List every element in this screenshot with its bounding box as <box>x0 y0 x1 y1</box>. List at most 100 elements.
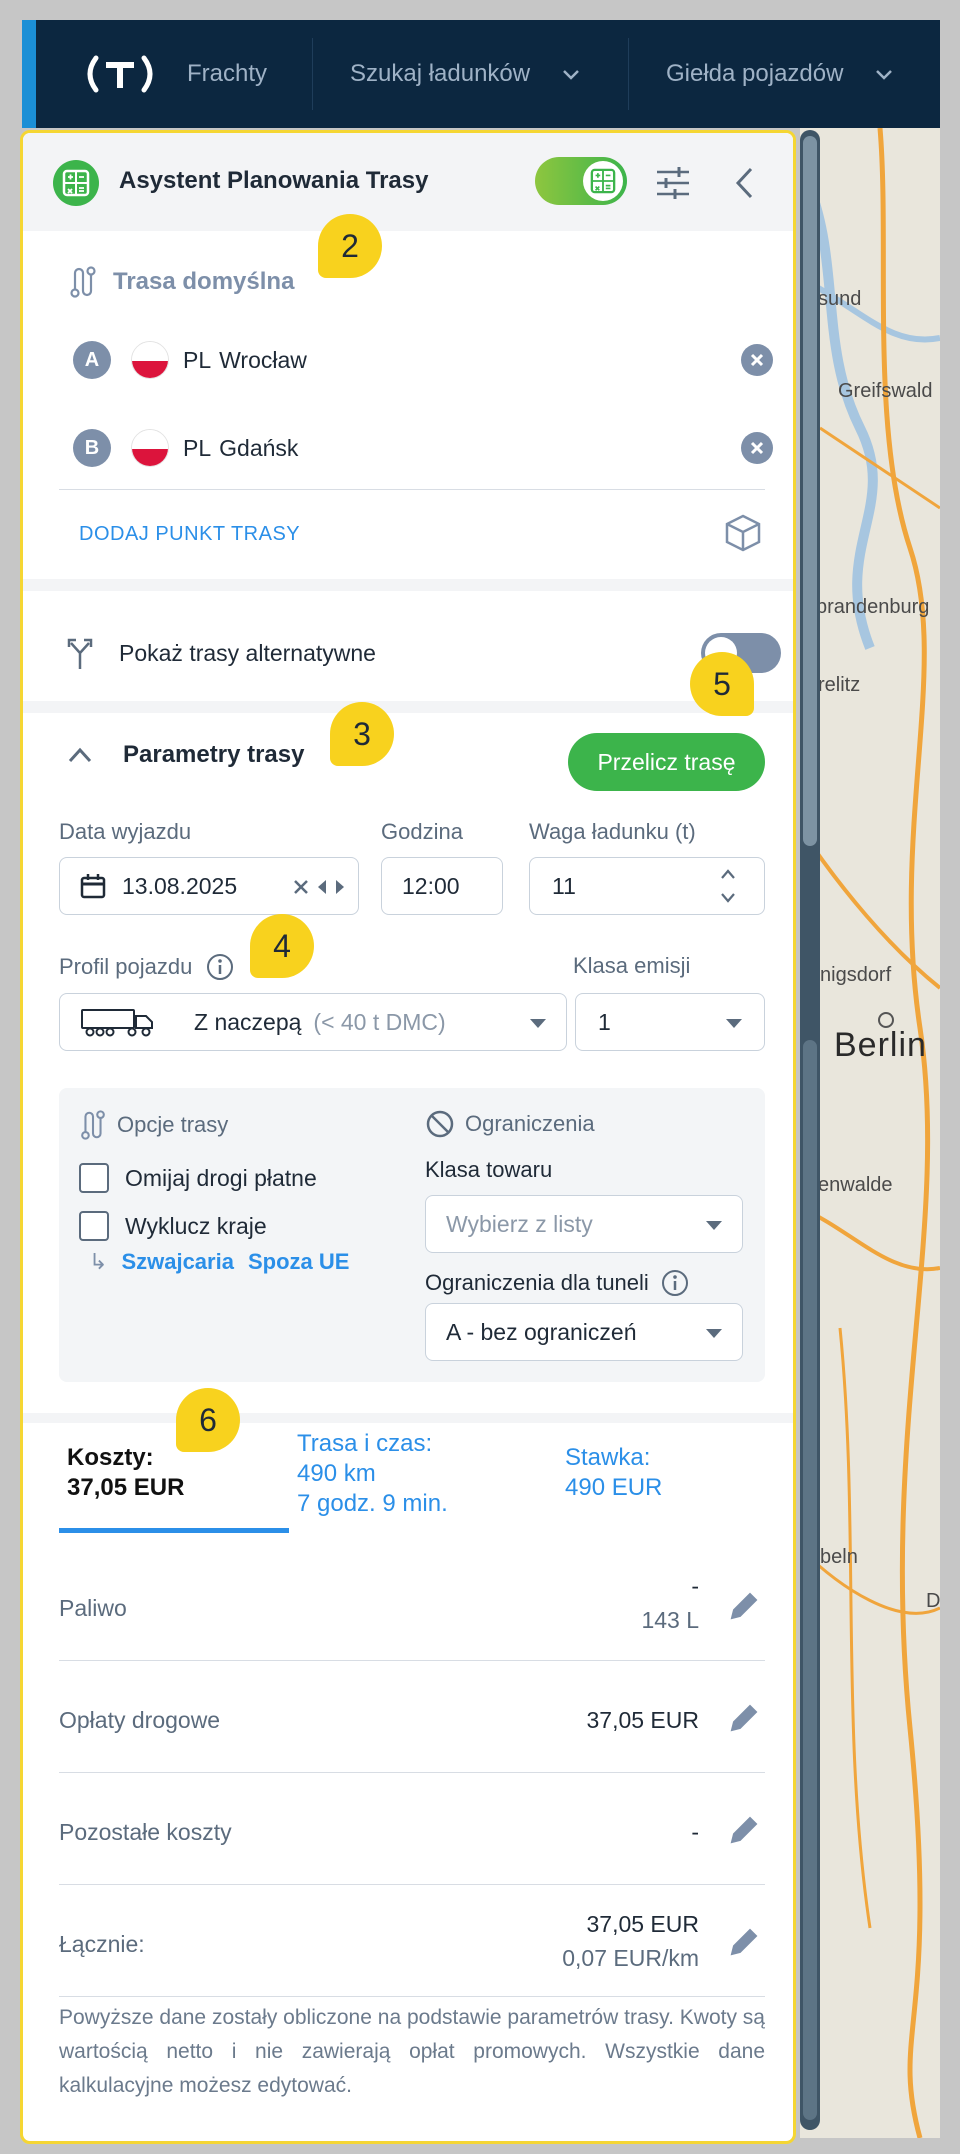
cost-value: 37,05 EUR <box>586 1911 699 1937</box>
excluded-country-link[interactable]: Szwajcaria <box>121 1249 234 1275</box>
nav-item-frachty[interactable]: Frachty <box>187 20 267 128</box>
tab-line: Stawka: <box>565 1444 651 1471</box>
chevron-left-icon <box>735 167 753 199</box>
emission-class-label: Klasa emisji <box>573 953 691 978</box>
time-label: Godzina <box>381 819 463 844</box>
poland-flag-icon <box>131 341 169 379</box>
pencil-icon[interactable] <box>727 1925 761 1959</box>
map-label-berlin: Berlin <box>834 1026 927 1064</box>
cost-row-total: Łącznie: 37,05 EUR 0,07 EUR/km <box>59 1887 765 1997</box>
excluded-country-link[interactable]: Spoza UE <box>248 1249 349 1275</box>
cost-value: 37,05 EUR <box>586 1707 699 1733</box>
recalculate-route-button[interactable]: Przelicz trasę <box>568 733 765 791</box>
planner-toggle[interactable] <box>535 157 627 205</box>
departure-date-input[interactable]: 13.08.2025 <box>59 857 359 915</box>
map-label: brandenburg <box>816 596 930 618</box>
clear-waypoint-button[interactable] <box>741 344 773 376</box>
sliders-icon <box>657 167 689 199</box>
alternative-routes-row: Pokaż trasy alternatywne <box>67 623 781 683</box>
avoid-tolls-checkbox[interactable]: Omijaj drogi płatne <box>79 1163 317 1193</box>
waypoint-country: PL <box>183 434 212 461</box>
tunnel-restrictions-label-row: Ograniczenia dla tuneli <box>425 1269 689 1297</box>
panel-scrollbar-thumb[interactable] <box>803 136 817 846</box>
tab-line: 490 km <box>297 1460 376 1487</box>
waypoint-country: PL <box>183 346 212 373</box>
cargo-weight-stepper[interactable]: 11 <box>529 857 765 915</box>
tab-line: Trasa i czas: <box>297 1430 433 1457</box>
panel-header: Asystent Planowania Trasy <box>23 133 793 231</box>
goods-class-select[interactable]: Wybierz z listy <box>425 1195 743 1253</box>
chevron-down-icon <box>876 70 893 80</box>
nav-item-search-loads[interactable]: Szukaj ładunków <box>350 20 582 128</box>
cost-value: - <box>691 1573 699 1599</box>
tutorial-badge: 5 <box>690 652 754 716</box>
route-parameters-header[interactable]: Parametry trasy <box>67 741 304 769</box>
map-view[interactable]: sund Greifswald brandenburg relitz nigsd… <box>800 128 940 2138</box>
settings-sliders-button[interactable] <box>653 163 693 203</box>
next-day-icon[interactable] <box>334 878 346 896</box>
exclude-countries-checkbox[interactable]: Wyklucz kraje <box>79 1211 267 1241</box>
tab-costs[interactable]: Koszty: 37,05 EUR <box>67 1443 184 1503</box>
section-gap <box>23 701 793 713</box>
cost-sub-value: 0,07 EUR/km <box>562 1945 699 1971</box>
route-options-label: Opcje trasy <box>117 1112 229 1137</box>
nav-item-vehicle-exchange[interactable]: Giełda pojazdów <box>666 20 895 128</box>
decrement-icon[interactable] <box>720 892 736 904</box>
pencil-icon[interactable] <box>727 1813 761 1847</box>
calculator-icon <box>583 161 623 201</box>
add-route-point-link[interactable]: DODAJ PUNKT TRASY <box>79 523 300 546</box>
checkbox-box[interactable] <box>79 1211 109 1241</box>
waypoint-a[interactable]: A PL Wrocław <box>73 335 773 385</box>
calculation-note: Powyższe dane zostały obliczone na podst… <box>59 2006 765 2097</box>
waypoint-letter: A <box>73 341 111 379</box>
close-icon <box>750 441 764 455</box>
calculator-icon <box>53 160 99 206</box>
increment-icon[interactable] <box>720 868 736 880</box>
goods-class-placeholder: Wybierz z listy <box>446 1210 593 1237</box>
pencil-icon[interactable] <box>727 1701 761 1735</box>
fork-arrows-icon <box>67 638 93 669</box>
waypoint-b[interactable]: B PL Gdańsk <box>73 423 773 473</box>
cargo-weight-label: Waga ładunku (t) <box>529 819 696 844</box>
info-icon[interactable] <box>661 1269 689 1297</box>
vehicle-profile-hint: (< 40 t DMC) <box>313 1008 446 1035</box>
dropdown-caret-icon <box>530 1019 546 1028</box>
collapse-panel-button[interactable] <box>725 163 765 203</box>
route-options-title: Opcje trasy <box>79 1109 228 1141</box>
panel-title: Asystent Planowania Trasy <box>119 167 429 194</box>
map-label: Greifswald <box>838 380 933 402</box>
clear-waypoint-button[interactable] <box>741 432 773 464</box>
route-section-title: Trasa domyślna <box>69 265 294 299</box>
cube-icon[interactable] <box>723 513 763 553</box>
restrictions-label: Ograniczenia <box>465 1111 595 1136</box>
goods-class-label: Klasa towaru <box>425 1157 553 1182</box>
waypoint-city: Gdańsk <box>219 434 299 461</box>
time-input[interactable]: 12:00 <box>381 857 503 915</box>
waypoint-city: Wrocław <box>219 346 307 373</box>
map-label: beln <box>820 1546 858 1568</box>
vehicle-profile-select[interactable]: Z naczepą (< 40 t DMC) <box>59 993 567 1051</box>
emission-class-value: 1 <box>598 1008 611 1035</box>
tunnel-restrictions-select[interactable]: A - bez ograniczeń <box>425 1303 743 1361</box>
tab-route-time[interactable]: Trasa i czas: 490 km 7 godz. 9 min. <box>297 1429 448 1519</box>
dropdown-caret-icon <box>706 1329 722 1338</box>
route-planner-panel: Asystent Planowania Trasy Trasa domyślna… <box>20 130 796 2144</box>
cost-label: Paliwo <box>59 1595 127 1621</box>
emission-class-select[interactable]: 1 <box>575 993 765 1051</box>
tab-rate[interactable]: Stawka: 490 EUR <box>565 1443 662 1503</box>
cargo-weight-value: 11 <box>552 872 576 899</box>
route-icon <box>70 266 96 298</box>
info-icon[interactable] <box>206 953 234 981</box>
avoid-tolls-label: Omijaj drogi płatne <box>125 1164 317 1191</box>
checkbox-box[interactable] <box>79 1163 109 1193</box>
cost-label: Łącznie: <box>59 1931 145 1957</box>
route-title-label: Trasa domyślna <box>113 268 295 295</box>
tab-line: 490 EUR <box>565 1474 663 1501</box>
pencil-icon[interactable] <box>727 1589 761 1623</box>
previous-day-icon[interactable] <box>316 878 328 896</box>
nav-separator <box>312 38 313 110</box>
clear-date-icon[interactable] <box>292 878 310 896</box>
cost-label: Pozostałe koszty <box>59 1819 232 1845</box>
active-tab-indicator <box>59 1528 289 1533</box>
trans-logo-icon[interactable] <box>82 54 158 94</box>
